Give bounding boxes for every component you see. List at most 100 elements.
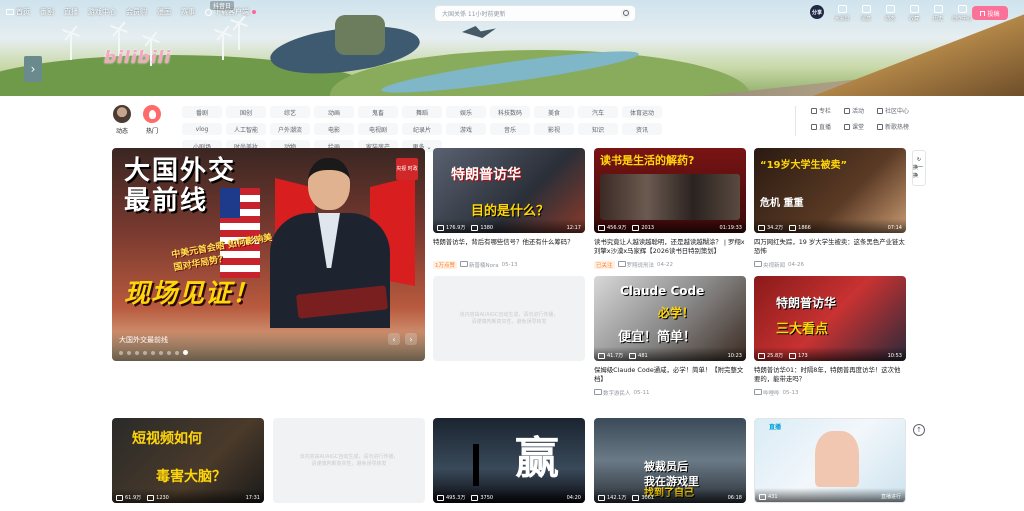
nav-anime[interactable]: 番剧	[40, 7, 54, 17]
upload-button[interactable]: 投稿	[972, 6, 1008, 20]
channel-chip[interactable]: 户外潮流	[270, 123, 310, 135]
refresh-button[interactable]: ↻ 换一换	[912, 150, 926, 186]
video-card[interactable]: 短视频如何 毒害大脑？ 61.9万 1230 17:31	[112, 418, 264, 503]
channel-chip[interactable]: 影视	[534, 123, 574, 135]
channel-chip[interactable]: vlog	[182, 123, 222, 135]
video-thumbnail[interactable]: Claude Code 必学！ 便宜！简单！ 41.7万 481 10:23	[594, 276, 746, 361]
nav-live[interactable]: 直播	[64, 7, 78, 17]
channel-chip[interactable]: 知识	[578, 123, 618, 135]
video-owner[interactable]: 已关注 罗翔说刑法 04-22	[594, 261, 746, 269]
dynamic-icon	[885, 5, 895, 13]
channel-chip[interactable]: 娱乐	[446, 106, 486, 118]
channel-chip[interactable]: 游戏	[446, 123, 486, 135]
live-thumbnail[interactable]: 直播 431 直播进行	[754, 418, 906, 503]
channel-chip[interactable]: 人工智能	[226, 123, 266, 135]
nav-messages[interactable]: 消息	[856, 3, 876, 22]
channel-chip[interactable]: 体育运动	[622, 106, 662, 118]
channel-chip[interactable]: 动画	[314, 106, 354, 118]
carousel-next-button[interactable]: ›	[405, 333, 417, 345]
avatar[interactable]: 分享	[810, 5, 824, 19]
video-title[interactable]: 读书究竟让人越读越聪明，还是越读越糊涂？ | 罗翔x刘擎x沙漠x马家辉【2026…	[594, 238, 746, 256]
channel-chip[interactable]: 音乐	[490, 123, 530, 135]
community-icon	[877, 107, 883, 114]
extra-classroom[interactable]: 课堂	[844, 122, 877, 131]
video-owner[interactable]: 央视新闻 04-26	[754, 261, 906, 269]
back-to-top-icon[interactable]: ↑	[913, 424, 925, 436]
channel-chip[interactable]: 电影	[314, 123, 354, 135]
upload-icon	[980, 10, 986, 16]
carousel-dot-active[interactable]	[183, 350, 188, 355]
carousel-dot[interactable]	[159, 350, 163, 355]
video-thumbnail[interactable]: 短视频如何 毒害大脑？ 61.9万 1230 17:31	[112, 418, 264, 503]
video-card[interactable]: 被裁员后 我在游戏里 找到了自己 142.1万306106:18	[594, 418, 746, 503]
nav-game-center[interactable]: 游戏中心	[88, 7, 116, 17]
divider	[795, 106, 796, 136]
search-icon[interactable]	[621, 9, 630, 18]
carousel-dot[interactable]	[151, 350, 155, 355]
featured-carousel[interactable]: 大国外交 最前线 中美元首会晤 如何影响美国对华局势？ 现场见证！ 央视 时政 大…	[112, 148, 425, 361]
search-bar[interactable]: 大国关係 11小时前更新	[434, 5, 636, 22]
live-card[interactable]: 直播 431 直播进行	[754, 418, 906, 503]
channel-chip[interactable]: 番剧	[182, 106, 222, 118]
channel-chip[interactable]: 科技数码	[490, 106, 530, 118]
carousel-dot[interactable]	[135, 350, 139, 355]
nav-creator-center[interactable]: 创作中心	[952, 3, 972, 22]
nav-manga[interactable]: 漫画	[157, 7, 171, 17]
channel-dynamic[interactable]: 动态	[110, 105, 134, 135]
extra-activity[interactable]: 活动	[844, 106, 877, 115]
channel-chip[interactable]: 综艺	[270, 106, 310, 118]
channel-extras: 专栏 活动 社区中心 直播 课堂 新歌热榜	[811, 106, 917, 131]
carousel-dots	[119, 350, 188, 355]
video-thumbnail[interactable]: 特朗普访华 三大看点 25.8万 173 10:53	[754, 276, 906, 361]
video-card[interactable]: “19岁大学生被卖” 危机 重重 34.2万 1866 07:14 四万网红失踪，1…	[754, 148, 906, 269]
video-owner[interactable]: 数字游民人 05-11	[594, 389, 746, 397]
video-thumbnail[interactable]: 读书是生活的解药? 456.9万 2013 01:19:33	[594, 148, 746, 233]
extra-live[interactable]: 直播	[811, 122, 844, 131]
channel-chip[interactable]: 舞蹈	[402, 106, 442, 118]
video-title[interactable]: 保姆级Claude Code通咸，必学！简单！【附完整文档】	[594, 366, 746, 384]
carousel-dot[interactable]	[167, 350, 171, 355]
video-card[interactable]: 读书是生活的解药? 456.9万 2013 01:19:33 读书究竟让人越读越聪明…	[594, 148, 746, 269]
nav-home[interactable]: 首页	[6, 7, 30, 17]
bilibili-logo[interactable]: bilibili	[104, 48, 171, 68]
carousel-prev-button[interactable]: ‹	[388, 333, 400, 345]
channel-chip[interactable]: 美食	[534, 106, 574, 118]
carousel-dot[interactable]	[143, 350, 147, 355]
channel-chip[interactable]: 汽车	[578, 106, 618, 118]
channel-chip[interactable]: 纪录片	[402, 123, 442, 135]
extra-column[interactable]: 专栏	[811, 106, 844, 115]
video-owner[interactable]: 1万点赞 新晋楠Nora 05-13	[433, 261, 585, 269]
video-title[interactable]: 特朗普访华，背后有哪些信号？他还有什么筹码？	[433, 238, 585, 256]
video-thumbnail[interactable]: 赢 495.3万 3750 04:20	[433, 418, 585, 503]
nav-history[interactable]: 历史	[928, 3, 948, 22]
nav-esports[interactable]: 赛事	[181, 7, 195, 17]
video-card[interactable]: 特朗普访华 目的是什么？ 176.9万 1380 12:17 特朗普访华，背后有哪些…	[433, 148, 585, 269]
extra-community[interactable]: 社区中心	[877, 106, 917, 115]
nav-shop[interactable]: 会员购	[126, 7, 147, 17]
video-thumbnail[interactable]: “19岁大学生被卖” 危机 重重 34.2万 1866 07:14	[754, 148, 906, 233]
channel-chip[interactable]: 国创	[226, 106, 266, 118]
video-card[interactable]: 特朗普访华 三大看点 25.8万 173 10:53 特朗普访华01：时隔8年，特朗…	[754, 276, 906, 397]
extra-music-chart[interactable]: 新歌热榜	[877, 122, 917, 131]
placeholder-card: 该内容由AI/AIGC自动生成，请勿进行传播，请谨慎判断真实性，避免误导转发	[273, 418, 425, 503]
channel-hot[interactable]: 热门	[140, 105, 164, 135]
video-thumbnail[interactable]: 被裁员后 我在游戏里 找到了自己 142.1万306106:18	[594, 418, 746, 503]
channel-chip[interactable]: 资讯	[622, 123, 662, 135]
carousel-dot[interactable]	[175, 350, 179, 355]
search-input[interactable]: 大国关係 11小时前更新	[442, 9, 506, 18]
channel-chip[interactable]: 鬼畜	[358, 106, 398, 118]
featured-slogan: 现场见证！	[124, 279, 260, 309]
video-title[interactable]: 四万网红失踪，19 岁大学生被卖：这条黑色产业链太恐怖	[754, 238, 906, 256]
video-title[interactable]: 特朗普访华01：时隔8年，特朗普再度访华！这次他要的，能带走吗？	[754, 366, 906, 384]
carousel-dot[interactable]	[119, 350, 123, 355]
video-thumbnail[interactable]: 特朗普访华 目的是什么？ 176.9万 1380 12:17	[433, 148, 585, 233]
nav-favorites[interactable]: 收藏	[904, 3, 924, 22]
video-card[interactable]: Claude Code 必学！ 便宜！简单！ 41.7万 481 10:23 保姆级…	[594, 276, 746, 397]
nav-vip[interactable]: 大会员	[832, 3, 852, 22]
video-owner[interactable]: 哔哩哔 05-13	[754, 389, 906, 397]
carousel-dot[interactable]	[127, 350, 131, 355]
nav-dynamic[interactable]: 动态	[880, 3, 900, 22]
video-card[interactable]: 赢 495.3万 3750 04:20	[433, 418, 585, 503]
carousel-caption[interactable]: 大国外交最前线	[119, 335, 168, 345]
channel-chip[interactable]: 电视剧	[358, 123, 398, 135]
